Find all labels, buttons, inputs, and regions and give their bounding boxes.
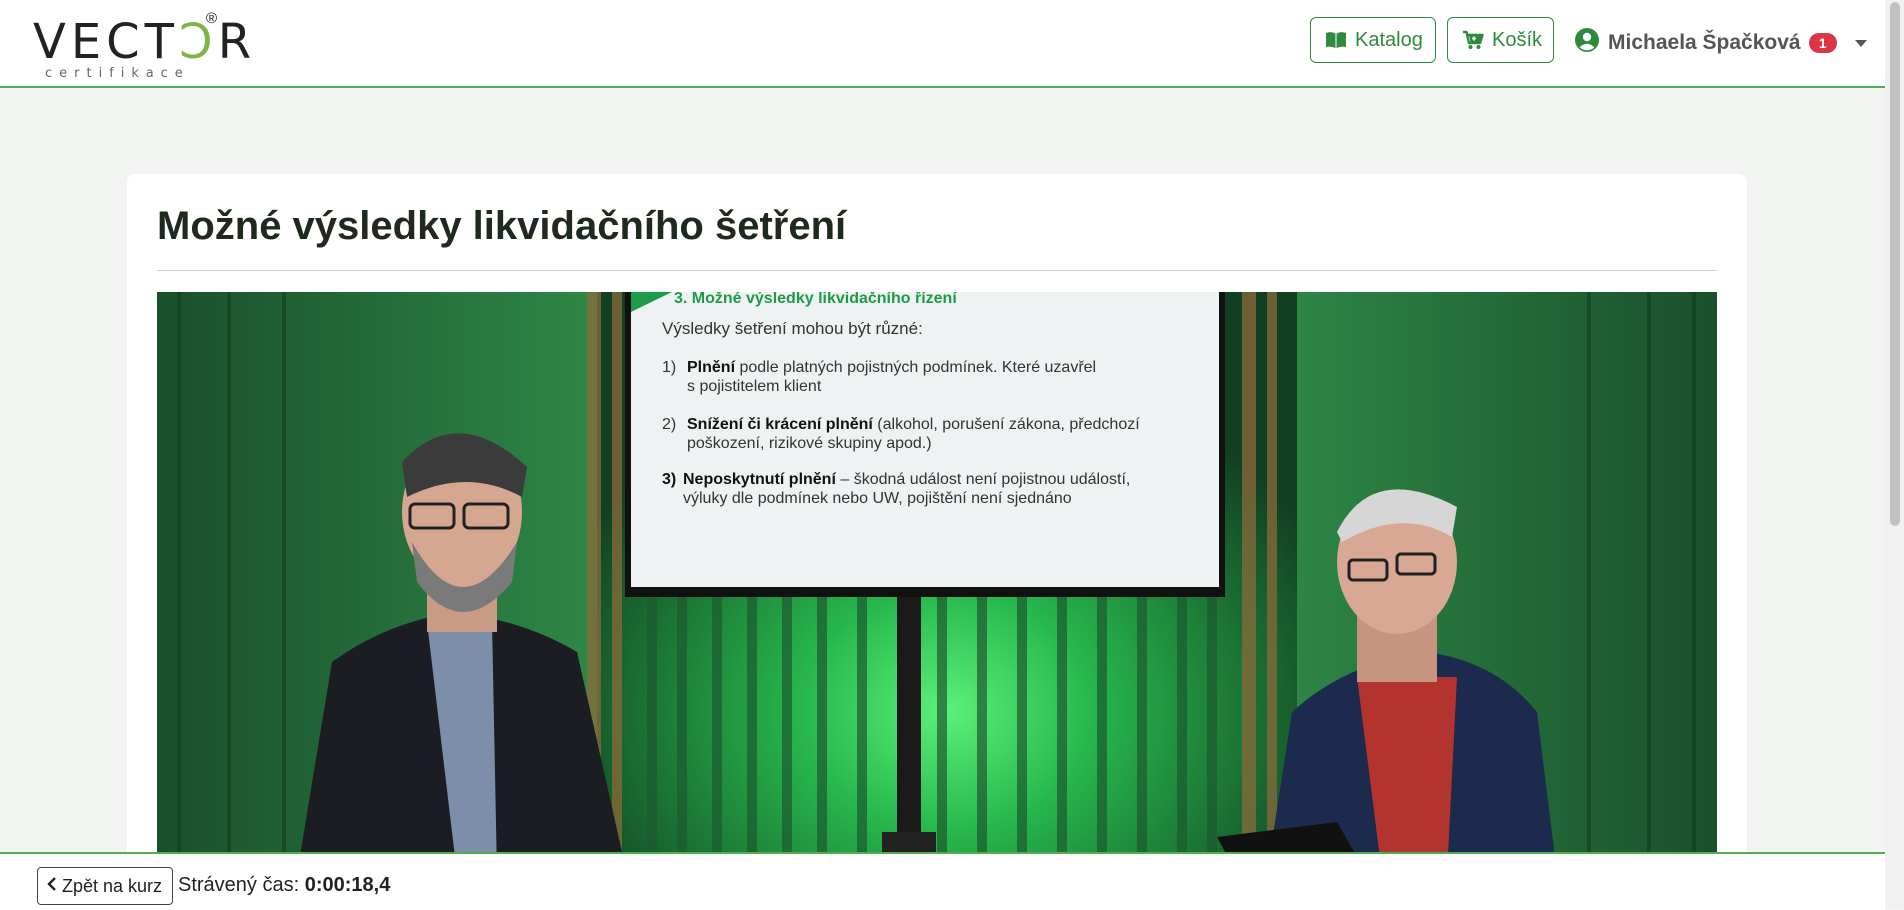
title-divider [157, 270, 1717, 271]
user-circle-icon [1574, 27, 1600, 59]
time-spent-label: Strávený čas: [178, 874, 300, 896]
video-player[interactable]: 3. Možné výsledky likvidačního řízení Vý… [157, 292, 1717, 874]
time-spent-value: 0:00:18,4 [304, 874, 391, 896]
slide-item-3-line-2: výluky dle podmínek nebo UW, pojištění n… [683, 490, 1072, 507]
back-to-course-button[interactable]: Zpět na kurz [37, 867, 174, 905]
slide-item-3-number: 3) [662, 471, 676, 488]
chevron-down-icon [1854, 39, 1867, 47]
slide-item-2-line-2: poškození, rizikové skupiny apod.) [687, 435, 932, 452]
page-scrollbar[interactable] [1885, 0, 1904, 908]
slide-item-1-line-2: s pojistitelem klient [687, 378, 822, 395]
logo-registered-mark: ® [206, 10, 218, 27]
catalog-button[interactable]: Katalog [1310, 17, 1436, 63]
notification-badge: 1 [1808, 33, 1837, 53]
back-to-course-label: Zpět na kurz [62, 875, 163, 896]
top-navbar: VECTↃR ® certifikace Katalog Košík Micha… [0, 0, 1885, 88]
slide-item-2-number: 2) [662, 416, 676, 433]
user-menu-toggle[interactable]: Michaela Špačková 1 [1574, 26, 1867, 60]
video-frame: 3. Možné výsledky likvidačního řízení Vý… [157, 292, 1717, 874]
page-title: Možné výsledky likvidačního šetření [157, 204, 847, 248]
time-spent: Strávený čas: 0:00:18,4 [178, 874, 390, 897]
user-name: Michaela Špačková [1608, 31, 1801, 54]
logo-subtitle: certifikace [45, 66, 190, 81]
vector-logo[interactable]: VECTↃR ® certifikace [33, 10, 251, 81]
slide-item-2: Snížení či krácení plnění (alkohol, poru… [687, 416, 1140, 433]
slide-item-1: Plnění podle platných pojistných podmíne… [687, 359, 1096, 376]
slide-item-3: Neposkytnutí plnění – škodná událost nen… [683, 471, 1130, 488]
lesson-card: Možné výsledky likvidačního šetření 3. M… [127, 174, 1747, 874]
slide-item-1-number: 1) [662, 359, 676, 376]
slide-intro: Výsledky šetření mohou být různé: [662, 319, 923, 338]
logo-wordmark: VECTↃR [33, 14, 257, 70]
catalog-label: Katalog [1355, 28, 1423, 51]
chevron-left-icon [46, 876, 58, 897]
cart-label: Košík [1492, 28, 1543, 51]
cart-icon [1462, 30, 1484, 50]
slide-heading: 3. Možné výsledky likvidačního řízení [674, 292, 957, 307]
book-icon [1325, 31, 1347, 49]
scrollbar-thumb[interactable] [1890, 2, 1900, 526]
cart-button[interactable]: Košík [1447, 17, 1554, 63]
footer-bar: Zpět na kurz Strávený čas: 0:00:18,4 [0, 852, 1885, 910]
